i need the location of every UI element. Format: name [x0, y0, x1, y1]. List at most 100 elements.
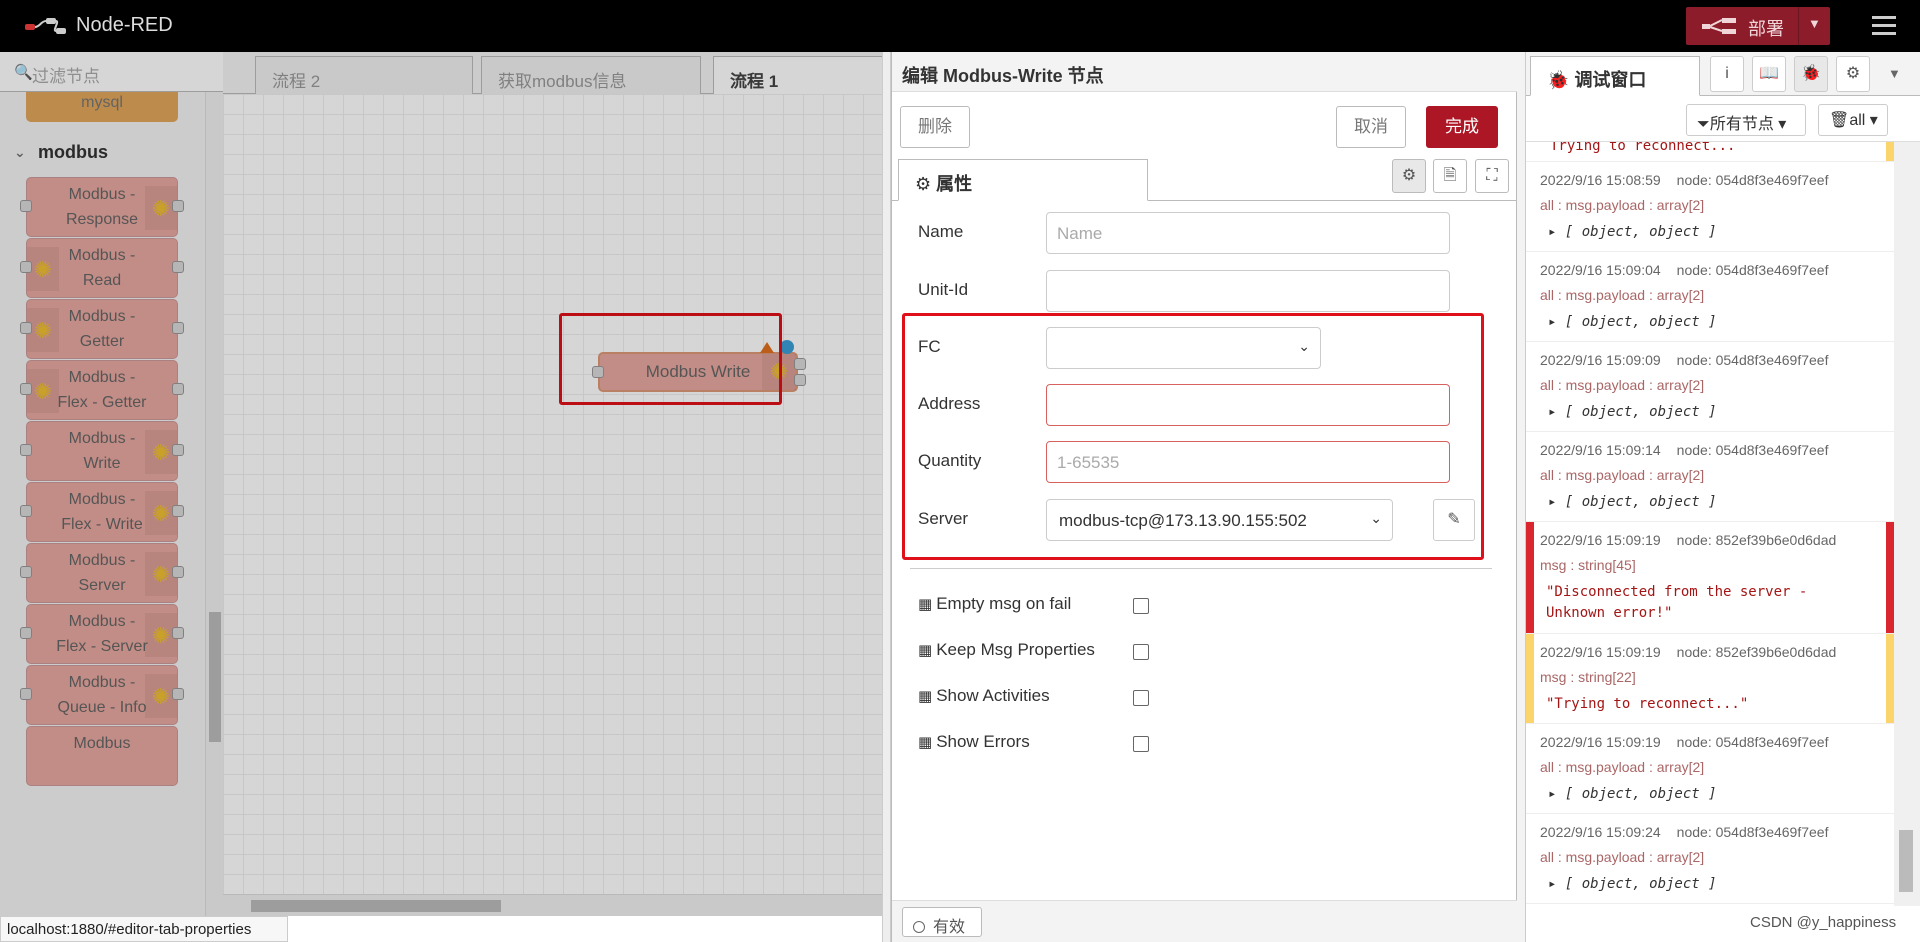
cancel-button[interactable]: 取消	[1336, 106, 1406, 148]
palette-node-6[interactable]: Modbus - Server ✺	[20, 543, 184, 603]
port	[172, 627, 184, 639]
delete-button[interactable]: 删除	[900, 106, 970, 148]
field-unit-id: Unit-Id	[918, 270, 1498, 314]
unit-id-input[interactable]	[1046, 270, 1450, 312]
tab-flow-1[interactable]: 流程 1	[713, 56, 890, 95]
highlight-box-node	[559, 313, 782, 405]
debug-message: 2022/9/16 15:09:19 node: 852ef39b6e0d6dad…	[1526, 522, 1894, 634]
watermark: CSDN @y_happiness	[1750, 914, 1897, 931]
enabled-toggle[interactable]: 有效	[902, 907, 982, 937]
sidebar-menu-chevron-icon[interactable]: ▼	[1888, 66, 1901, 81]
port	[172, 383, 184, 395]
port	[172, 505, 184, 517]
tab-debug[interactable]: 🐞 调试窗口	[1530, 56, 1700, 96]
filter-icon: ⏷	[1697, 116, 1710, 133]
expand-caret-icon[interactable]: ▸	[1548, 494, 1565, 510]
debug-message-partial: Trying to reconnect...	[1526, 142, 1894, 162]
settings-gear-icon[interactable]: ⚙	[1836, 56, 1870, 92]
gear-icon: ⚙	[915, 174, 932, 194]
filter-nodes-button[interactable]: ⏷所有节点 ▾	[1686, 104, 1806, 136]
expand-caret-icon[interactable]: ▸	[1548, 224, 1565, 240]
circle-icon	[913, 921, 925, 933]
deploy-dropdown-icon[interactable]: ▼	[1808, 16, 1821, 31]
expand-caret-icon[interactable]: ▸	[1548, 314, 1565, 330]
output-port-2[interactable]	[794, 374, 806, 386]
port	[172, 444, 184, 456]
tab-get-modbus-info[interactable]: 获取modbus信息	[481, 56, 701, 94]
palette-node-5[interactable]: Modbus - Flex - Write ✺	[20, 482, 184, 542]
tray-footer: 有效	[892, 900, 1518, 942]
appearance-icon[interactable]: ⛶	[1475, 159, 1509, 193]
palette-node-0[interactable]: Modbus - Response ✺	[20, 177, 184, 237]
tab-flow-2[interactable]: 流程 2	[255, 56, 473, 94]
expand-caret-icon[interactable]: ▸	[1548, 404, 1565, 420]
debug-message: 2022/9/16 15:09:14 node: 054d8f3e469f7eef…	[1526, 432, 1894, 522]
checkbox-row-empty-msg: ▦ Empty msg on fail	[918, 594, 1218, 624]
palette-node-7[interactable]: Modbus - Flex - Server ✺	[20, 604, 184, 664]
palette-node-1[interactable]: Modbus - Read ✺	[20, 238, 184, 298]
checkbox-row-show-activities: ▦ Show Activities	[918, 686, 1218, 716]
sidebar-tabs: 🐞 调试窗口 i 📖 🐞 ⚙ ▼	[1526, 52, 1920, 96]
changed-indicator-icon	[780, 340, 794, 354]
highlight-box-fields	[902, 313, 1484, 560]
show-errors-checkbox[interactable]	[1133, 736, 1149, 752]
node-settings-icon[interactable]: ⚙	[1392, 159, 1426, 193]
done-button[interactable]: 完成	[1426, 106, 1498, 148]
port	[20, 688, 32, 700]
port	[20, 444, 32, 456]
workspace-hscrollbar[interactable]	[223, 894, 890, 916]
info-icon[interactable]: i	[1710, 56, 1744, 92]
tab-properties[interactable]: ⚙ 属性	[898, 159, 1148, 201]
debug-message: 2022/9/16 15:09:04 node: 054d8f3e469f7eef…	[1526, 252, 1894, 342]
palette-node-8[interactable]: Modbus - Queue - Info ✺	[20, 665, 184, 725]
port	[172, 566, 184, 578]
debug-message: 2022/9/16 15:09:19 node: 852ef39b6e0d6dad…	[1526, 634, 1894, 724]
show-activities-checkbox[interactable]	[1133, 690, 1149, 706]
debug-sidebar: 🐞 调试窗口 i 📖 🐞 ⚙ ▼ ⏷所有节点 ▾ 🗑all ▾ Trying t…	[1526, 52, 1920, 942]
port	[20, 322, 32, 334]
debug-message: 2022/9/16 15:09:24 node: 054d8f3e469f7eef…	[1526, 814, 1894, 904]
debug-toolbar: ⏷所有节点 ▾ 🗑all ▾	[1526, 96, 1920, 142]
palette-category-modbus[interactable]: ⌄ modbus	[0, 142, 205, 172]
main-menu-icon[interactable]	[1872, 16, 1896, 36]
palette-node-4[interactable]: Modbus - Write ✺	[20, 421, 184, 481]
workspace: 流程 2 获取modbus信息 流程 1 Modbus Write ✺	[223, 52, 890, 916]
palette-filter-input[interactable]: 🔍 过滤节点	[0, 52, 223, 92]
deploy-icon	[1702, 18, 1736, 34]
search-icon: 🔍	[14, 64, 33, 81]
empty-msg-checkbox[interactable]	[1133, 598, 1149, 614]
expand-caret-icon[interactable]: ▸	[1548, 786, 1565, 802]
deploy-button[interactable]: 部署 ▼	[1686, 7, 1830, 45]
bug-icon: 🐞	[1547, 70, 1570, 90]
debug-message: 2022/9/16 15:09:09 node: 054d8f3e469f7eef…	[1526, 342, 1894, 432]
expand-caret-icon[interactable]: ▸	[1548, 876, 1565, 892]
book-icon[interactable]: 📖	[1752, 56, 1786, 92]
header-bar: Node-RED 部署 ▼	[0, 0, 1920, 52]
palette-node-9[interactable]: Modbus	[26, 726, 178, 786]
debug-tab-bug-icon[interactable]: 🐞	[1794, 56, 1828, 92]
flow-canvas[interactable]	[223, 94, 890, 894]
keep-msg-checkbox[interactable]	[1133, 644, 1149, 660]
port	[20, 200, 32, 212]
description-icon[interactable]: 🗎	[1433, 159, 1467, 193]
palette-node-2[interactable]: Modbus - Getter ✺	[20, 299, 184, 359]
grid-icon: ▦	[918, 596, 933, 613]
node-palette: 🔍 过滤节点 mysql ⌄ modbus Modbus - Response ✺ M…	[0, 52, 223, 916]
port	[20, 627, 32, 639]
node-red-logo-icon	[25, 17, 66, 34]
palette-scrollbar[interactable]	[205, 92, 223, 916]
palette-node-mysql[interactable]: mysql	[26, 92, 178, 122]
status-url-bar: localhost:1880/#editor-tab-properties	[0, 916, 288, 942]
port	[172, 688, 184, 700]
workspace-tabs: 流程 2 获取modbus信息 流程 1	[223, 52, 890, 95]
debug-scrollbar[interactable]	[1894, 142, 1920, 906]
clear-all-button[interactable]: 🗑all ▾	[1818, 104, 1888, 136]
name-input[interactable]: Name	[1046, 212, 1450, 254]
editor-splitter[interactable]	[882, 52, 891, 942]
palette-node-3[interactable]: Modbus - Flex - Getter ✺	[20, 360, 184, 420]
output-port-1[interactable]	[794, 358, 806, 370]
sidebar-separator[interactable]	[1517, 52, 1526, 942]
checkbox-row-keep-msg: ▦ Keep Msg Properties	[918, 640, 1218, 670]
debug-message: 2022/9/16 15:09:19 node: 054d8f3e469f7eef…	[1526, 724, 1894, 814]
port	[20, 383, 32, 395]
